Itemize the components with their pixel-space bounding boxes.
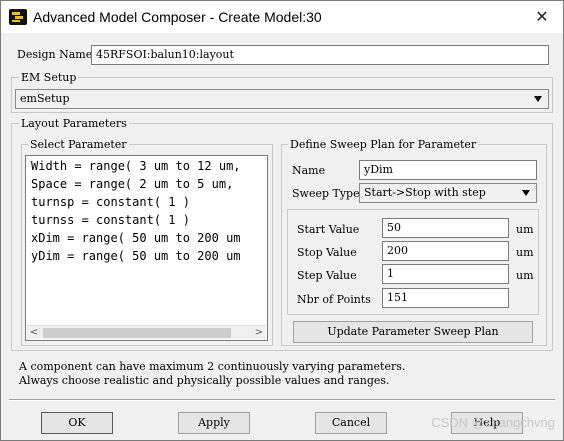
close-button[interactable]: ✕ xyxy=(527,5,557,29)
horizontal-scrollbar[interactable]: < > xyxy=(27,325,266,339)
list-item[interactable]: yDim = range( 50 um to 200 um xyxy=(31,249,241,263)
chevron-down-icon xyxy=(522,190,530,196)
chevron-down-icon xyxy=(534,96,542,102)
sweep-name-label: Name xyxy=(292,164,326,177)
footer-divider xyxy=(9,399,555,401)
watermark: CSDN @zhangchvng xyxy=(431,415,555,430)
apply-button[interactable]: Apply xyxy=(178,412,250,434)
scroll-left-icon[interactable]: < xyxy=(27,326,41,340)
start-value-field[interactable]: 50 xyxy=(382,218,509,238)
list-item[interactable]: turnss = constant( 1 ) xyxy=(31,213,190,227)
step-value-unit: um xyxy=(516,269,534,282)
app-logo-icon xyxy=(9,9,27,25)
select-parameter-title: Select Parameter xyxy=(28,138,129,151)
note-line-2: Always choose realistic and physically p… xyxy=(19,374,390,387)
list-item[interactable]: xDim = range( 50 um to 200 um xyxy=(31,231,241,245)
scrollbar-thumb[interactable] xyxy=(43,328,231,338)
close-icon: ✕ xyxy=(535,7,549,26)
em-setup-dropdown[interactable]: emSetup xyxy=(15,89,549,109)
start-value-label: Start Value xyxy=(297,223,360,236)
ok-button[interactable]: OK xyxy=(41,412,113,434)
parameter-list[interactable]: Width = range( 3 um to 12 um, Space = ra… xyxy=(25,155,268,341)
update-sweep-plan-button[interactable]: Update Parameter Sweep Plan xyxy=(293,321,533,343)
scroll-right-icon[interactable]: > xyxy=(252,326,266,340)
window-title: Advanced Model Composer - Create Model:3… xyxy=(33,9,322,25)
stop-value-unit: um xyxy=(516,246,534,259)
stop-value-field[interactable]: 200 xyxy=(382,241,509,261)
cancel-button[interactable]: Cancel xyxy=(315,412,387,434)
list-item[interactable]: Space = range( 2 um to 5 um, xyxy=(31,177,233,191)
design-name-label: Design Name xyxy=(17,48,93,61)
list-item[interactable]: turnsp = constant( 1 ) xyxy=(31,195,190,209)
note-line-1: A component can have maximum 2 continuou… xyxy=(19,360,406,373)
start-value-unit: um xyxy=(516,223,534,236)
sweep-name-field[interactable]: yDim xyxy=(359,160,537,180)
nbr-points-field[interactable]: 151 xyxy=(382,288,509,308)
title-bar[interactable]: Advanced Model Composer - Create Model:3… xyxy=(1,1,563,33)
step-value-field[interactable]: 1 xyxy=(382,264,509,284)
sweep-type-dropdown[interactable]: Start->Stop with step xyxy=(359,183,537,203)
list-item[interactable]: Width = range( 3 um to 12 um, xyxy=(31,159,241,173)
design-name-field[interactable]: 45RFSOI:balun10:layout xyxy=(91,45,549,65)
nbr-points-label: Nbr of Points xyxy=(297,293,371,306)
sweep-type-label: Sweep Type xyxy=(292,187,360,200)
sweep-plan-title: Define Sweep Plan for Parameter xyxy=(288,138,479,151)
stop-value-label: Stop Value xyxy=(297,246,357,259)
dialog-window: Advanced Model Composer - Create Model:3… xyxy=(0,0,564,441)
layout-parameters-title: Layout Parameters xyxy=(19,117,129,130)
em-setup-selected: emSetup xyxy=(20,92,70,105)
step-value-label: Step Value xyxy=(297,269,357,282)
em-setup-title: EM Setup xyxy=(19,71,79,84)
sweep-type-selected: Start->Stop with step xyxy=(364,186,486,199)
